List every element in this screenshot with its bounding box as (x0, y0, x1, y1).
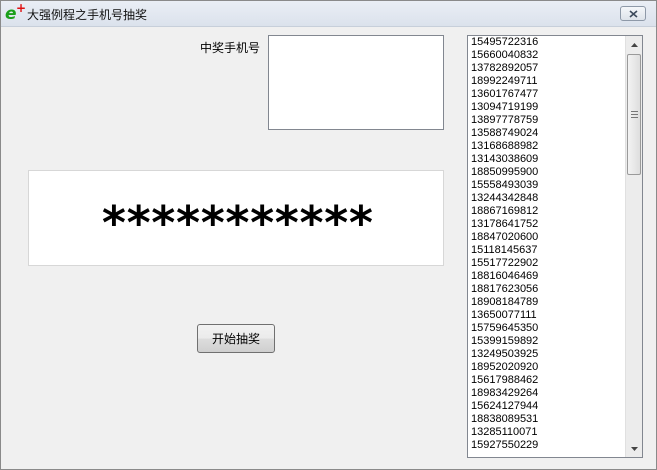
list-item[interactable]: 15660040832 (468, 49, 626, 62)
close-button[interactable] (620, 6, 646, 21)
main-window: e + 大强例程之手机号抽奖 中奖手机号 *********** 开始抽奖 154… (0, 0, 657, 470)
list-item[interactable]: 13650077111 (468, 309, 626, 322)
list-item[interactable]: 18816046469 (468, 270, 626, 283)
client-area: 中奖手机号 *********** 开始抽奖 15495722316 156600… (1, 28, 656, 469)
list-item[interactable]: 15558493039 (468, 179, 626, 192)
list-item[interactable]: 13897778759 (468, 114, 626, 127)
list-item[interactable]: 18838089531 (468, 413, 626, 426)
list-item[interactable]: 18850995900 (468, 166, 626, 179)
app-icon: e + (5, 1, 27, 24)
list-item[interactable]: 15118145637 (468, 244, 626, 257)
list-item[interactable]: 13094719199 (468, 101, 626, 114)
list-item[interactable]: 18847020600 (468, 231, 626, 244)
list-item[interactable]: 13168688982 (468, 140, 626, 153)
phone-list[interactable]: 15495722316 15660040832 13782892057 1899224… (468, 36, 626, 457)
list-item[interactable]: 18983429264 (468, 387, 626, 400)
list-item[interactable]: 18867169812 (468, 205, 626, 218)
scroll-down-button[interactable] (626, 440, 642, 457)
list-item[interactable]: 13285110071 (468, 426, 626, 439)
window-title: 大强例程之手机号抽奖 (27, 8, 148, 22)
list-item[interactable]: 15927550229 (468, 439, 626, 452)
list-item[interactable]: 18952020920 (468, 361, 626, 374)
scroll-up-button[interactable] (626, 36, 642, 53)
list-item[interactable]: 15759645350 (468, 322, 626, 335)
arrow-up-icon (630, 42, 638, 47)
list-item[interactable]: 18992249711 (468, 75, 626, 88)
list-item[interactable]: 13601767477 (468, 88, 626, 101)
phone-list-box[interactable]: 15495722316 15660040832 13782892057 1899224… (467, 35, 643, 458)
draw-display-text: *********** (100, 196, 375, 250)
winner-label: 中奖手机号 (200, 41, 261, 55)
list-item[interactable]: 15617988462 (468, 374, 626, 387)
list-item[interactable]: 15495722316 (468, 36, 626, 49)
list-item[interactable]: 13782892057 (468, 62, 626, 75)
arrow-down-icon (630, 446, 638, 451)
list-item[interactable]: 13588749024 (468, 127, 626, 140)
list-item[interactable]: 15624127944 (468, 400, 626, 413)
scroll-thumb[interactable] (627, 54, 641, 175)
list-item[interactable]: 13143038609 (468, 153, 626, 166)
close-icon (628, 9, 638, 18)
title-bar[interactable]: e + 大强例程之手机号抽奖 (1, 1, 656, 27)
list-item[interactable]: 18817623056 (468, 283, 626, 296)
list-item[interactable]: 13249503925 (468, 348, 626, 361)
vertical-scrollbar[interactable] (625, 36, 642, 457)
start-draw-button[interactable]: 开始抽奖 (197, 324, 275, 353)
winner-phone-field[interactable] (268, 35, 444, 130)
draw-display-panel: *********** (28, 170, 444, 266)
list-item[interactable]: 13178641752 (468, 218, 626, 231)
list-item[interactable]: 13244342848 (468, 192, 626, 205)
list-item[interactable]: 18908184789 (468, 296, 626, 309)
grip-icon (630, 111, 638, 118)
list-item[interactable]: 15517722902 (468, 257, 626, 270)
list-item[interactable]: 15399159892 (468, 335, 626, 348)
